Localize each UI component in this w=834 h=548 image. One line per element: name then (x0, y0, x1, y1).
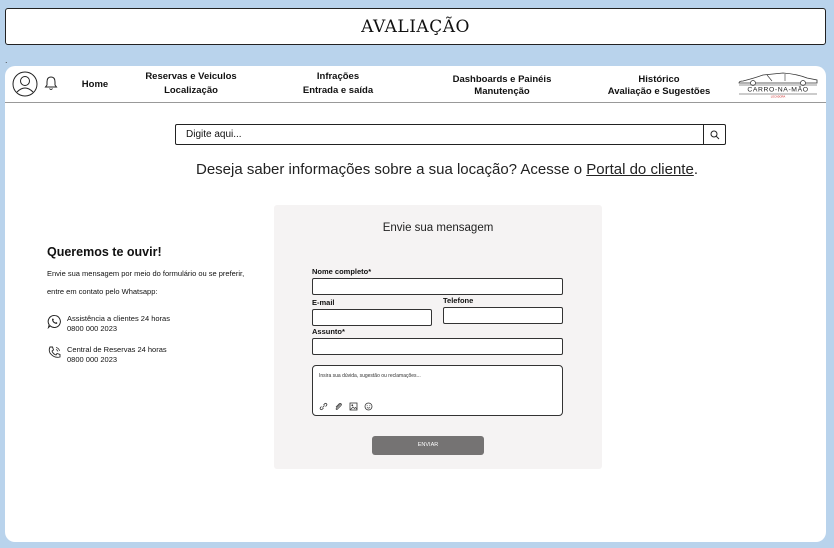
subject-label: Assunto* (312, 327, 345, 336)
reservas-phone: 0800 000 2023 (67, 355, 118, 364)
phone-field[interactable] (443, 307, 563, 324)
main-page: Home Reservas e Veiculos Localização Inf… (5, 66, 826, 542)
info-line: Deseja saber informações sobre a sua loc… (5, 161, 826, 178)
phone-label: Telefone (443, 296, 474, 305)
nav-home[interactable]: Home (79, 78, 111, 92)
whatsapp-phone: 0800 000 2023 (67, 324, 118, 333)
subject-field[interactable] (312, 338, 563, 355)
whatsapp-label: Assistência a clientes 24 horas (67, 314, 170, 323)
emoji-icon[interactable] (364, 402, 373, 411)
logo-text: CARRO-NA-MÃO (747, 85, 808, 94)
message-field[interactable]: Insira sua dúvida, sugestão ou reclamaçõ… (312, 365, 563, 416)
message-form: Envie sua mensagem Nome completo* E-mail… (274, 205, 602, 469)
contact-whatsapp[interactable]: Assistência a clientes 24 horas 0800 000… (47, 314, 277, 334)
contact-description-1: Envie sua mensagem por meio do formulári… (47, 269, 245, 278)
message-placeholder: Insira sua dúvida, sugestão ou reclamaçõ… (319, 373, 421, 379)
page-title: AVALIAÇÃO (361, 16, 470, 37)
link-icon[interactable] (319, 402, 328, 411)
nav-dashboards[interactable]: Dashboards e Painéis Manutenção (438, 74, 566, 98)
user-avatar-icon[interactable] (12, 71, 38, 97)
contact-description-2: entre em contato pelo Whatsapp: (47, 287, 158, 296)
search-bar (175, 124, 726, 145)
contact-phone[interactable]: Central de Reservas 24 horas 0800 000 20… (47, 345, 277, 365)
message-toolbar (319, 402, 373, 411)
search-icon (710, 130, 719, 139)
nav-infracoes-label: Infrações (316, 71, 360, 82)
search-button[interactable] (703, 125, 725, 144)
top-marker: . (5, 55, 8, 65)
search-input[interactable] (176, 125, 703, 144)
nav-entrada-saida-label: Entrada e saída (302, 85, 374, 96)
nav-infracoes[interactable]: Infrações Entrada e saída (286, 70, 390, 98)
nav-localizacao-label: Localização (164, 85, 218, 96)
contact-heading: Queremos te ouvir! (47, 245, 162, 259)
info-text: Deseja saber informações sobre a sua loc… (196, 161, 587, 178)
phone-icon (48, 346, 61, 358)
page-title-bar: AVALIAÇÃO (5, 8, 826, 45)
info-end: . (693, 161, 698, 178)
top-nav: Home Reservas e Veiculos Localização Inf… (5, 66, 826, 103)
form-title: Envie sua mensagem (382, 222, 494, 234)
nav-reservas[interactable]: Reservas e Veiculos Localização (133, 70, 249, 98)
nav-historico[interactable]: Histórico Avaliação e Sugestões (597, 74, 721, 98)
send-button[interactable]: ENVIAR (372, 436, 484, 455)
nav-home-label: Home (81, 79, 109, 90)
image-icon[interactable] (349, 402, 358, 411)
nav-avaliacao-label: Avaliação e Sugestões (607, 86, 711, 97)
email-field[interactable] (312, 309, 432, 326)
nav-dashboards-label: Dashboards e Painéis (452, 74, 552, 85)
attach-icon[interactable] (334, 402, 343, 411)
nav-historico-label: Histórico (638, 74, 680, 85)
nav-manutencao-label: Manutenção (474, 86, 530, 97)
whatsapp-icon (47, 314, 61, 329)
logo-subtext: LOCADORA (771, 95, 786, 99)
nav-reservas-label: Reservas e Veiculos (145, 71, 237, 82)
bell-icon[interactable] (44, 75, 58, 91)
name-field[interactable] (312, 278, 563, 295)
reservas-label: Central de Reservas 24 horas (67, 345, 167, 354)
portal-link[interactable]: Portal do cliente (586, 161, 694, 178)
contact-section: Queremos te ouvir! Envie sua mensagem po… (47, 245, 277, 365)
carro-na-mao-logo[interactable]: CARRO-NA-MÃO LOCADORA (737, 69, 819, 99)
email-label: E-mail (312, 298, 335, 307)
name-label: Nome completo* (312, 267, 372, 276)
